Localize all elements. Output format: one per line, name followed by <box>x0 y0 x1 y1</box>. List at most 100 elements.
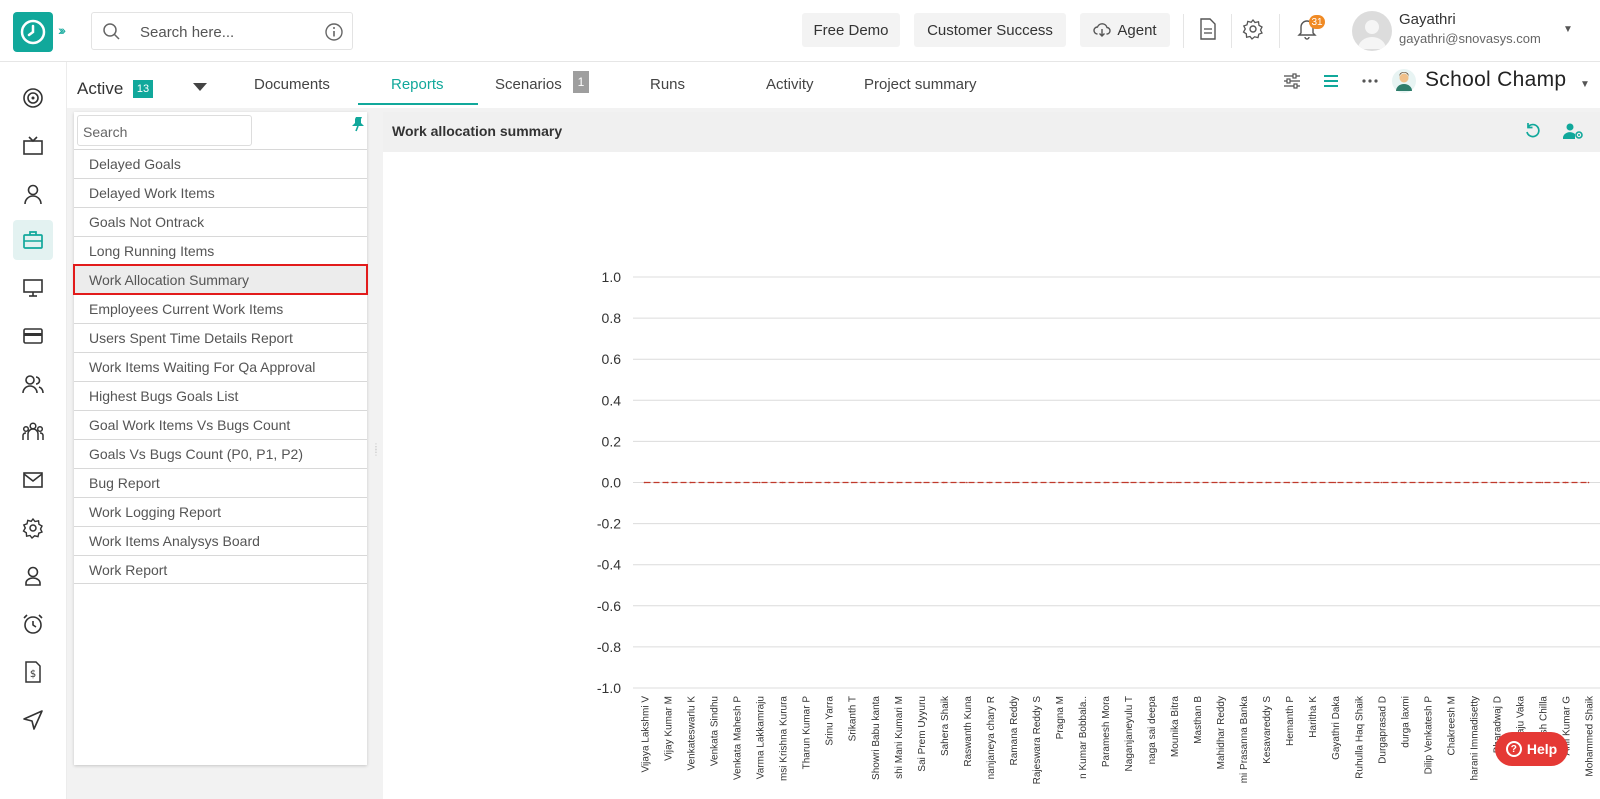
data-point <box>1196 481 1198 484</box>
report-item[interactable]: Long Running Items <box>74 236 367 265</box>
active-filter-label: Active <box>77 79 124 98</box>
x-tick-label: Srinu Yarra <box>825 696 836 746</box>
x-tick-label: Ruhulla Haq Shaik <box>1354 695 1365 779</box>
tab-project-summary[interactable]: Project summary <box>864 76 977 93</box>
data-point <box>919 481 922 484</box>
data-point <box>1472 481 1475 484</box>
mail-icon <box>23 472 43 488</box>
chart-panel: Work allocation summary 1.0 0.8 0.6 0.4 0.2 0… <box>383 112 1600 799</box>
x-tick-label: harani Immadisetty <box>1469 696 1480 780</box>
person-icon <box>25 566 41 586</box>
tab-reports[interactable]: Reports <box>391 76 444 93</box>
settings-icon[interactable] <box>1242 18 1264 40</box>
rail-item-alarm[interactable] <box>13 604 53 644</box>
rail-item-send[interactable] <box>13 700 53 740</box>
y-tick-label: 0.2 <box>602 433 622 449</box>
divider <box>1231 14 1232 48</box>
data-point <box>1564 481 1567 484</box>
x-tick-label: Mounika Bitra <box>1170 696 1181 758</box>
y-tick-label: -1.0 <box>597 680 621 696</box>
free-demo-button[interactable]: Free Demo <box>802 13 900 47</box>
rail-item-mail[interactable] <box>13 460 53 500</box>
y-tick-label: -0.8 <box>597 639 621 655</box>
refresh-icon[interactable] <box>1524 122 1542 140</box>
rail-item-tv[interactable] <box>13 126 53 166</box>
rail-item-person[interactable] <box>13 556 53 596</box>
divider <box>1279 14 1280 48</box>
x-tick-label: Chakreesh M <box>1446 696 1457 755</box>
report-item[interactable]: Employees Current Work Items <box>74 294 367 323</box>
rail-item-users[interactable] <box>13 364 53 404</box>
reports-search-input[interactable] <box>83 122 243 142</box>
customer-success-button[interactable]: Customer Success <box>914 13 1066 47</box>
panel-resize-handle[interactable]: ⋮ ⋮ ⋮ <box>372 443 380 475</box>
tab-activity[interactable]: Activity <box>766 76 814 93</box>
x-tick-label: Gayathri Daka <box>1331 696 1342 760</box>
chevron-down-icon[interactable]: ▼ <box>1563 24 1573 35</box>
report-item[interactable]: Goals Vs Bugs Count (P0, P1, P2) <box>74 439 367 468</box>
project-chevron-down-icon[interactable]: ▼ <box>1580 79 1590 90</box>
report-item[interactable]: Highest Bugs Goals List <box>74 381 367 410</box>
x-tick-label: Dilip Venkatesh P <box>1423 696 1434 775</box>
report-item[interactable]: Work Report <box>74 555 367 584</box>
rail-item-projects[interactable] <box>13 220 53 260</box>
document-icon[interactable] <box>1198 18 1218 40</box>
x-tick-label: Srikanth T <box>848 696 859 741</box>
project-name[interactable]: School Champ <box>1425 68 1566 92</box>
left-nav-rail: $ <box>0 62 67 799</box>
list-view-icon[interactable] <box>1322 72 1340 90</box>
info-icon[interactable] <box>324 22 344 42</box>
report-item[interactable]: Work Items Waiting For Qa Approval <box>74 352 367 381</box>
project-avatar-icon <box>1392 69 1416 93</box>
clock-logo-icon <box>20 19 46 45</box>
notification-badge: 31 <box>1309 15 1325 29</box>
help-label: Help <box>1526 741 1558 757</box>
tab-runs[interactable]: Runs <box>650 76 685 93</box>
user-avatar[interactable] <box>1352 11 1392 51</box>
x-tick-label: Sahera Shaik <box>940 695 951 756</box>
tab-documents[interactable]: Documents <box>254 76 330 93</box>
data-point <box>735 481 738 484</box>
report-item[interactable]: Goals Not Ontrack <box>74 207 367 236</box>
tab-scenarios[interactable]: Scenarios <box>495 76 562 93</box>
report-item[interactable]: Work Logging Report <box>74 497 367 526</box>
user-avatar-icon <box>1358 20 1386 49</box>
rail-item-target[interactable] <box>13 78 53 118</box>
rail-item-card[interactable] <box>13 316 53 356</box>
global-search-input[interactable] <box>140 22 310 42</box>
rail-item-user[interactable] <box>13 174 53 214</box>
help-button[interactable]: ? Help <box>1495 732 1568 766</box>
rail-item-settings[interactable] <box>13 508 53 548</box>
user-settings-icon[interactable] <box>1563 122 1583 140</box>
report-item[interactable]: Delayed Work Items <box>74 178 367 207</box>
pin-icon[interactable] <box>351 116 365 132</box>
data-point <box>1012 481 1014 484</box>
report-item[interactable]: Work Allocation Summary <box>73 264 368 295</box>
rail-item-monitor[interactable] <box>13 268 53 308</box>
active-count-badge: 13 <box>133 80 153 98</box>
more-options-icon[interactable] <box>1361 72 1379 90</box>
report-item[interactable]: Delayed Goals <box>74 149 367 178</box>
svg-text:$: $ <box>30 669 36 680</box>
report-item[interactable]: Users Spent Time Details Report <box>74 323 367 352</box>
rail-item-team[interactable] <box>13 412 53 452</box>
x-tick-label: Sai Prem Uyyuru <box>917 696 928 772</box>
expand-sidebar-icon[interactable]: ››› <box>58 22 66 38</box>
app-logo[interactable] <box>13 12 53 52</box>
report-item[interactable]: Goal Work Items Vs Bugs Count <box>74 410 367 439</box>
active-filter-dropdown-icon[interactable] <box>193 83 207 91</box>
x-tick-label: Naganjaneyulu T <box>1124 696 1135 771</box>
x-tick-label: Venkateswarlu K <box>687 696 698 771</box>
data-point <box>804 481 807 484</box>
rail-item-invoice[interactable]: $ <box>13 652 53 692</box>
report-item[interactable]: Work Items Analysys Board <box>74 526 367 555</box>
agent-button[interactable]: Agent <box>1080 13 1170 47</box>
reports-search <box>77 115 252 146</box>
report-item[interactable]: Bug Report <box>74 468 367 497</box>
data-point <box>1219 481 1221 484</box>
data-point <box>1265 481 1267 484</box>
sliders-icon[interactable] <box>1283 72 1301 90</box>
divider <box>1183 14 1184 48</box>
project-tabs-row: Active 13 Documents Reports Scenarios 1 … <box>67 62 1600 108</box>
reports-list-panel: Delayed GoalsDelayed Work ItemsGoals Not… <box>73 112 368 765</box>
